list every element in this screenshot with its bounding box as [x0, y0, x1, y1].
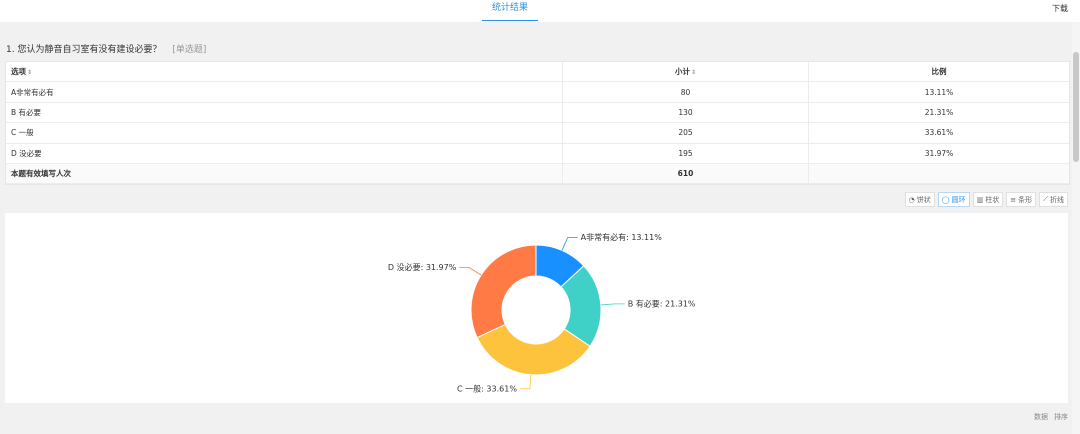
- question-type: [单选题]: [172, 45, 207, 55]
- table-row: D 没必要 195 31.97%: [6, 143, 1069, 164]
- row-ratio: 31.97%: [808, 143, 1069, 164]
- results-table: 选项⇕ 小计⇕ 比例 A非常有必有 80 13.11% B 有必要 130 21…: [5, 61, 1070, 186]
- row-ratio: 21.31%: [808, 102, 1069, 124]
- row-option: D 没必要: [6, 143, 563, 164]
- row-count: 130: [562, 102, 809, 124]
- tab-statistics[interactable]: 统计结果: [482, 0, 538, 21]
- line-chart-icon: ⟋: [1043, 195, 1048, 203]
- horizontal-bar-icon: ≡: [1010, 195, 1017, 204]
- row-option: C 一般: [6, 122, 563, 144]
- pie-chart-button[interactable]: ◔ 饼状: [904, 192, 935, 207]
- donut-chart-button[interactable]: ◯ 圆环: [937, 192, 970, 207]
- row-count: 80: [562, 81, 809, 103]
- sort-button[interactable]: 排序: [1054, 412, 1068, 422]
- row-count: 205: [562, 122, 809, 144]
- top-bar: 统计结果 下载: [0, 0, 1080, 22]
- total-count: 610: [562, 163, 809, 185]
- bar-chart-icon: ▥: [976, 195, 984, 204]
- row-option: B 有必要: [6, 102, 563, 124]
- header-ratio: 比例: [808, 62, 1069, 83]
- label-line-slice-a: [561, 237, 578, 251]
- horizontal-bar-button[interactable]: ≡ 条形: [1006, 192, 1037, 207]
- question-title: 1. 您认为静音自习室有没有建设必要？ [单选题]: [6, 42, 206, 55]
- donut-chart: A非常有必有: 13.11% B 有必要: 21.31% C 一般: 33.61% D…: [388, 232, 696, 393]
- donut-chart-icon: ◯: [941, 195, 950, 204]
- scrollbar[interactable]: [1072, 22, 1080, 434]
- row-ratio: 13.11%: [808, 81, 1069, 103]
- chart-area: A非常有必有: 13.11% B 有必要: 21.31% C 一般: 33.61% D…: [5, 213, 1068, 403]
- total-label: 本题有效填写人次: [6, 163, 563, 185]
- sort-icon[interactable]: ⇕: [691, 69, 696, 76]
- table-row: B 有必要 130 21.31%: [6, 102, 1069, 124]
- table-total-row: 本题有效填写人次 610: [6, 163, 1069, 185]
- bottom-actions: 数据 排序: [1034, 412, 1068, 422]
- data-label-slice-a: A非常有必有: 13.11%: [581, 232, 663, 242]
- sort-icon[interactable]: ⇕: [27, 69, 32, 76]
- slice-d[interactable]: [470, 244, 537, 339]
- table-row: C 一般 205 33.61%: [6, 122, 1069, 144]
- row-count: 195: [562, 143, 809, 164]
- line-chart-button[interactable]: ⟋ 折线: [1039, 192, 1068, 207]
- table-row: A非常有必有 80 13.11%: [6, 81, 1069, 103]
- label-line-slice-d: [459, 267, 482, 276]
- data-button[interactable]: 数据: [1034, 412, 1048, 422]
- pie-chart-icon: ◔: [908, 195, 915, 204]
- chart-type-toolbar: ◔ 饼状 ◯ 圆环 ▥ 柱状 ≡ 条形 ⟋ 折线: [904, 192, 1068, 207]
- data-label-slice-d: D 没必要: 31.97%: [388, 262, 457, 272]
- label-line-slice-c: [519, 374, 532, 390]
- data-label-slice-b: B 有必要: 21.31%: [628, 298, 696, 308]
- total-empty: [808, 163, 1069, 185]
- download-button[interactable]: 下载: [1052, 3, 1068, 14]
- row-ratio: 33.61%: [808, 122, 1069, 144]
- table-header-row: 选项⇕ 小计⇕ 比例: [6, 62, 1069, 83]
- row-option: A非常有必有: [6, 81, 563, 103]
- scrollbar-thumb[interactable]: [1073, 52, 1079, 162]
- data-label-slice-c: C 一般: 33.61%: [457, 383, 517, 393]
- bar-chart-button[interactable]: ▥ 柱状: [972, 192, 1004, 207]
- header-count[interactable]: 小计⇕: [562, 62, 809, 83]
- question-text: 1. 您认为静音自习室有没有建设必要？: [6, 45, 162, 55]
- label-line-slice-b: [600, 303, 625, 306]
- header-option[interactable]: 选项⇕: [6, 62, 563, 83]
